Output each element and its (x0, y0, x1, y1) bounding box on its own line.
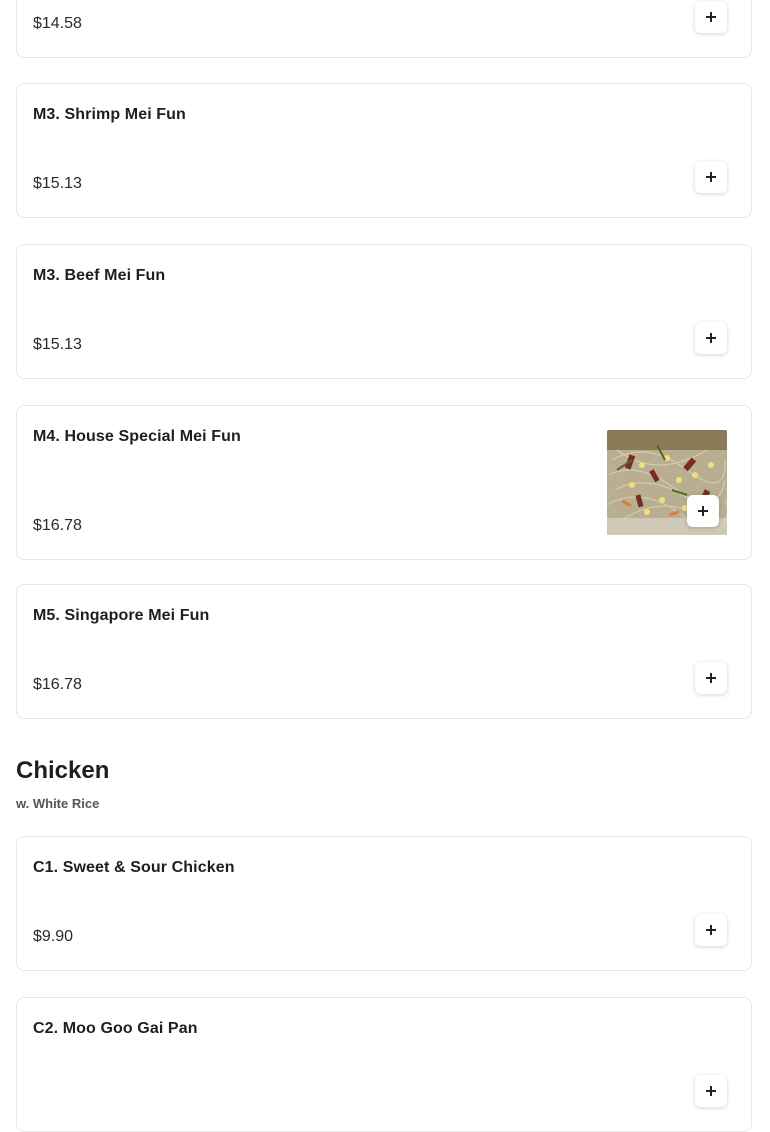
item-price: $14.58 (33, 15, 82, 32)
menu-item-card[interactable]: $14.58 (16, 0, 752, 58)
menu-item-card[interactable]: M5. Singapore Mei Fun $16.78 (16, 584, 752, 719)
section-title: Chicken (16, 757, 110, 784)
item-name: C1. Sweet & Sour Chicken (33, 859, 235, 876)
plus-icon (706, 925, 716, 935)
add-item-button[interactable] (695, 1, 727, 33)
plus-icon (706, 172, 716, 182)
plus-icon (706, 333, 716, 343)
item-price: $9.90 (33, 928, 74, 945)
section-subtitle: w. White Rice (16, 796, 100, 811)
add-item-button[interactable] (687, 495, 719, 527)
item-name: M5. Singapore Mei Fun (33, 607, 210, 624)
item-photo[interactable] (607, 430, 727, 535)
add-item-button[interactable] (695, 662, 727, 694)
plus-icon (706, 1086, 716, 1096)
item-name: M3. Shrimp Mei Fun (33, 106, 186, 123)
menu-item-card[interactable]: M3. Shrimp Mei Fun $15.13 (16, 83, 752, 218)
item-name: M4. House Special Mei Fun (33, 428, 241, 445)
plus-icon (706, 12, 716, 22)
add-item-button[interactable] (695, 914, 727, 946)
add-item-button[interactable] (695, 1075, 727, 1107)
add-item-button[interactable] (695, 161, 727, 193)
item-name: M3. Beef Mei Fun (33, 267, 166, 284)
add-item-button[interactable] (695, 322, 727, 354)
plus-icon (698, 506, 708, 516)
plus-icon (706, 673, 716, 683)
item-price: $15.13 (33, 175, 82, 192)
menu-item-card[interactable]: M4. House Special Mei Fun $16.78 (16, 405, 752, 560)
menu-item-card[interactable]: C2. Moo Goo Gai Pan (16, 997, 752, 1132)
menu-item-card[interactable]: C1. Sweet & Sour Chicken $9.90 (16, 836, 752, 971)
item-price: $16.78 (33, 517, 82, 534)
item-price: $16.78 (33, 676, 82, 693)
item-name: C2. Moo Goo Gai Pan (33, 1020, 198, 1037)
item-price: $15.13 (33, 336, 82, 353)
menu-item-card[interactable]: M3. Beef Mei Fun $15.13 (16, 244, 752, 379)
